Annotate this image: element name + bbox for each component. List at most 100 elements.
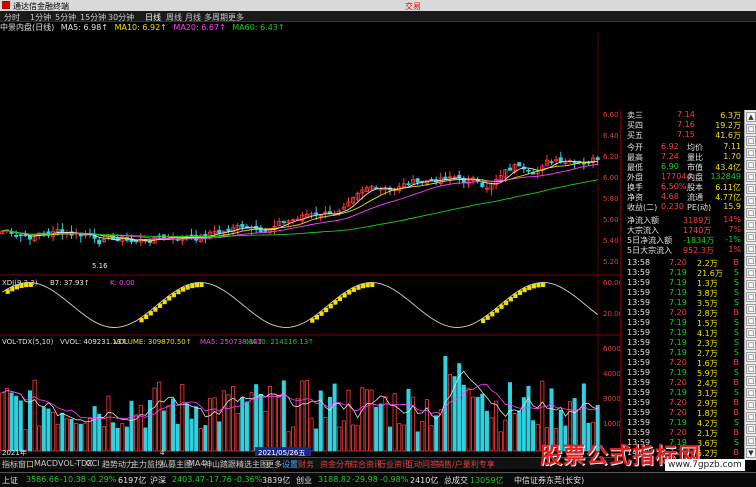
panel-button-25[interactable]: □ [746,412,756,422]
chart-header: 中景内盘(日线) MA5: 6.98↑ MA10: 6.92↑ MA20: 6.… [0,22,600,33]
candle-body [18,234,23,237]
order-row-1: 买四 7.16 19.2万 [621,120,745,130]
volume-bar [120,423,125,452]
volume-bar [387,426,393,452]
indicator-tab-1[interactable]: 窗口 [18,459,34,470]
indicator-tab-9[interactable]: 神山踏跟 [204,459,236,470]
tick-time: 13:59 [627,418,651,427]
volume-bar [277,394,282,452]
tick-side: S [733,368,739,377]
indicator-tab-11[interactable]: 更多 [266,459,282,470]
kdj-block [333,300,338,305]
indicator-tab-5[interactable]: 趋势动力 [102,459,134,470]
panel-button-8[interactable]: □ [746,208,756,218]
chart-area[interactable]: 6.606.406.206.005.805.605.405.205.16XDJ(… [0,33,620,457]
kdj-block [314,314,319,320]
panel-button-22[interactable]: □ [746,376,756,386]
panel-button-6[interactable]: □ [746,184,756,194]
vertical-scrollbar[interactable]: ▲ □ □ □ □ □ □ □ □ □ □ □ □ □ □ □ □ □ □ □ … [744,110,756,460]
tick-price: 7.19 [669,368,687,377]
candle-body [429,178,434,181]
panel-button-21[interactable]: □ [746,364,756,374]
indicator-tab-18[interactable]: 销售/户量利专享 [436,459,495,470]
volume-bar [517,410,522,452]
panel-button-20[interactable]: □ [746,352,756,362]
panel-button-27[interactable]: □ [746,436,756,446]
panel-button-11[interactable]: □ [746,244,756,254]
tick-row-8: 13:59 7.19 2.3万 S [621,338,745,348]
indicator-tab-0[interactable]: 指标 [2,459,18,470]
panel-button-24[interactable]: □ [746,400,756,410]
panel-button-1[interactable]: □ [746,124,756,134]
volume-bar [535,423,540,452]
volume-bar [180,384,185,452]
volume-bar [397,423,402,452]
panel-button-14[interactable]: □ [746,280,756,290]
panel-button-23[interactable]: □ [746,388,756,398]
indicator-tab-10[interactable]: 精选主图 [236,459,268,470]
tick-price: 7.20 [669,358,687,367]
stat-row-0: 今开 6.92 均价 7.11 [621,142,745,152]
panel-button-15[interactable]: □ [746,292,756,302]
kdj-block [310,318,315,323]
index-label-3: 总成交 [444,476,468,485]
indicator-tab-8[interactable]: MA4 [188,459,205,468]
indicator-tab-12[interactable]: 设置 [282,459,298,470]
tick-time: 13:59 [627,408,651,417]
panel-button-16[interactable]: □ [746,304,756,314]
panel-button-5[interactable]: □ [746,172,756,182]
panel-button-4[interactable]: □ [746,160,756,170]
panel-button-26[interactable]: □ [746,424,756,434]
tick-time: 13:59 [627,338,651,347]
panel-button-9[interactable]: □ [746,220,756,230]
index-change-1: -17.76 [206,475,232,484]
volume-bar [69,418,74,452]
panel-button-2[interactable]: □ [746,136,756,146]
kdj-block [194,282,199,288]
kdj-block [153,307,158,312]
flow-pct: 7% [728,225,741,234]
volume-bar [374,406,379,452]
panel-button-17[interactable]: □ [746,316,756,326]
indicator-tab-6[interactable]: 主力监控 [131,459,163,470]
tick-row-3: 13:59 7.19 3.8万 S [621,288,745,298]
panel-button-19[interactable]: □ [746,340,756,350]
indicator-tab-14[interactable]: 资金分布 [320,459,352,470]
volume-bar [217,421,222,452]
flow-row-1: 大宗流入 1740万 7% [621,225,745,235]
panel-button-12[interactable]: □ [746,256,756,266]
tick-row-12: 13:59 7.20 2.4万 B [621,378,745,388]
panel-button-10[interactable]: □ [746,232,756,242]
kdj-block [481,318,486,324]
kdj-block [324,307,329,313]
kdj-block [148,310,153,316]
tick-price: 7.20 [669,408,687,417]
panel-button-3[interactable]: □ [746,148,756,158]
ma5-line [2,160,598,242]
volume-bar [152,387,157,452]
panel-button-18[interactable]: □ [746,328,756,338]
volume-bar [171,398,176,452]
scroll-up-icon[interactable]: ▲ [746,112,756,122]
scroll-down-icon[interactable]: ▼ [746,448,756,458]
indicator-tab-13[interactable]: 财务 [298,459,314,470]
indicator-tab-4[interactable]: CCI [86,459,100,468]
volume-bar [480,393,485,452]
tick-row-1: 13:59 7.19 21.6万 S [621,268,745,278]
volume-bar [507,382,513,452]
quote-panel: 卖三 7.14 6.3万 买四 7.16 19.2万 买五 7.15 41.6万 今开 6.92 均价… [620,110,744,460]
volume-bar [258,393,263,452]
panel-button-7[interactable]: □ [746,196,756,206]
indicator-tab-17[interactable]: 互动问答 [406,459,438,470]
indicator-tabbar: 指标 窗口 MACD VOL-TDX CCI 趋势动力 主力监控 私募主图 MA4 神山踏跟 精选主… [0,457,620,469]
indicator-tab-2[interactable]: MACD [34,459,58,468]
stat-row-6: 收益(二) 0.230 PE(动) 15.9 [621,202,745,212]
tick-side: S [733,288,739,297]
panel-button-13[interactable]: □ [746,268,756,278]
kdj-block [490,311,495,317]
candlestick-series [0,151,600,247]
stat-row-3: 外盘 177044 内盘 132849 [621,172,745,182]
order-price: 7.15 [677,130,695,139]
tick-row-6: 13:59 7.19 1.5万 S [621,318,745,328]
candle-body [263,229,268,232]
